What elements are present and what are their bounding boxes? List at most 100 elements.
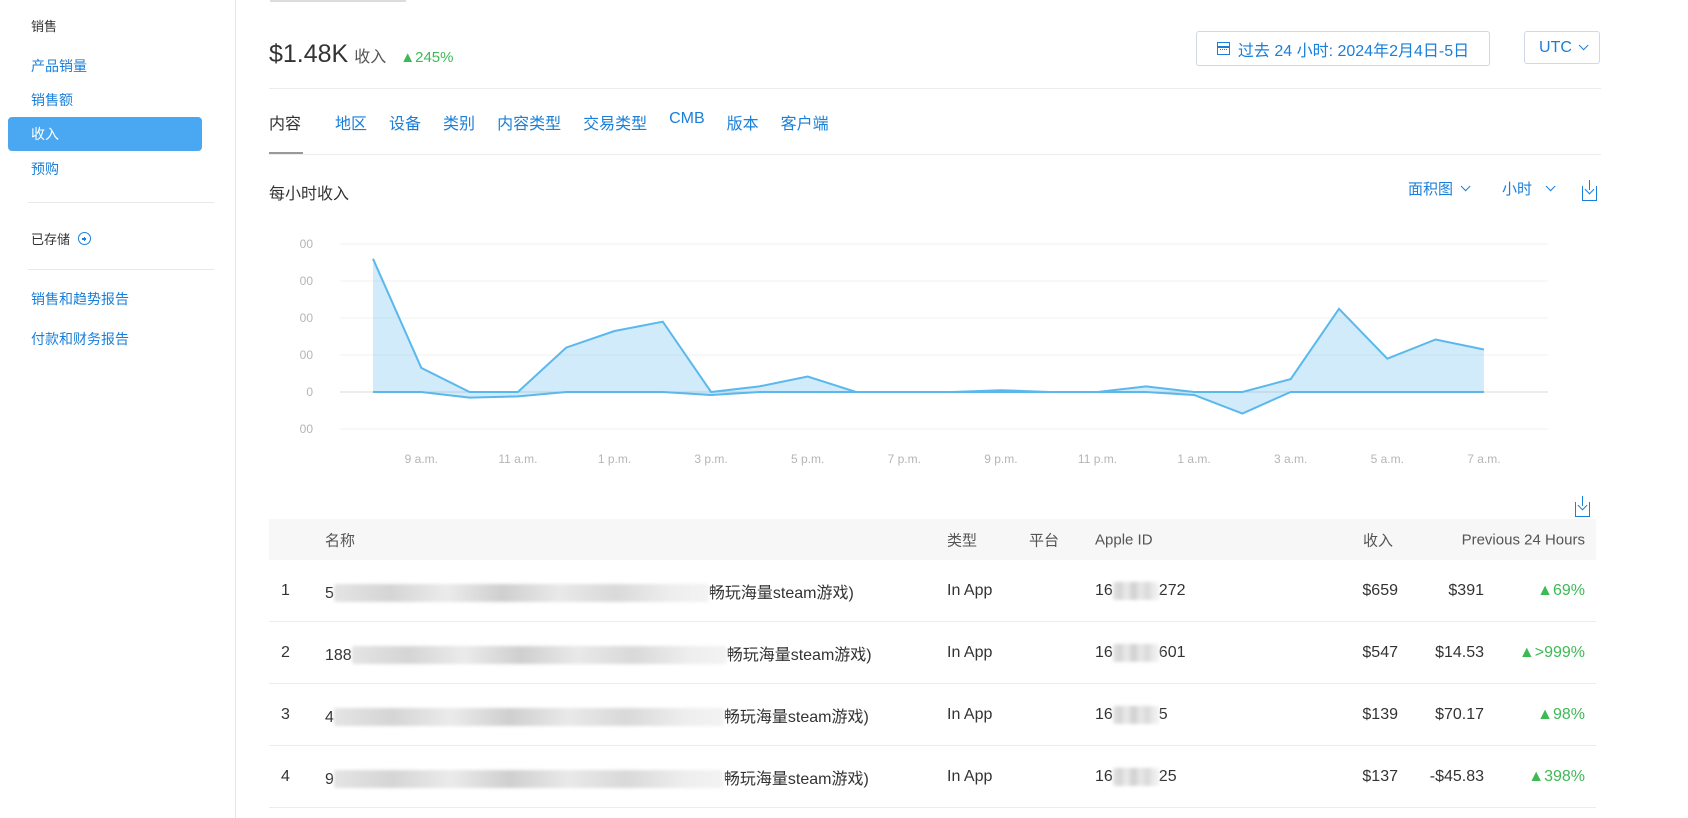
y-tick-label: 100	[300, 348, 313, 362]
tab-transaction-type[interactable]: 交易类型	[583, 110, 647, 134]
row-revenue: $137	[1362, 767, 1398, 785]
name-suffix: 畅玩海量steam游戏)	[723, 770, 869, 788]
row-revenue: $659	[1362, 581, 1398, 599]
row-change: ▲69%	[1537, 581, 1585, 599]
chart-type-select[interactable]: 面积图	[1408, 178, 1471, 199]
sidebar: 销售 产品销量 销售额 收入 预购 已存储 销售和趋势报告 付款和财务报告	[0, 0, 236, 818]
col-revenue[interactable]: 收入	[1363, 529, 1393, 550]
revenue-label: 收入	[354, 49, 387, 66]
row-previous: -$45.83	[1429, 767, 1484, 785]
col-apple-id[interactable]: Apple ID	[1095, 531, 1153, 548]
redacted-id	[1112, 705, 1159, 724]
revenue-summary: $1.48K 收入 ▲245%	[269, 40, 453, 69]
tab-client[interactable]: 客户端	[781, 110, 829, 134]
col-name[interactable]: 名称	[325, 529, 355, 550]
sidebar-item-sales[interactable]: 销售额	[31, 90, 73, 110]
table-row[interactable]: 3 4 畅玩海量steam游戏) In App 16 5 $139 $70.17 ▲98%	[269, 684, 1596, 746]
apple-id-suffix: 601	[1158, 643, 1186, 661]
name-prefix: 9	[325, 770, 334, 788]
x-tick-label: 9 p.m.	[984, 452, 1017, 466]
col-type[interactable]: 类型	[947, 529, 977, 550]
tab-content[interactable]: 内容	[269, 110, 314, 154]
name-prefix: 188	[325, 646, 352, 664]
row-rank: 4	[281, 767, 290, 785]
tab-version[interactable]: 版本	[727, 110, 759, 134]
col-platform[interactable]: 平台	[1029, 529, 1059, 550]
redacted-name	[351, 646, 727, 665]
apple-id-prefix: 16	[1095, 767, 1113, 785]
row-type: In App	[947, 767, 993, 785]
timezone-select[interactable]: UTC	[1524, 31, 1600, 64]
redacted-name	[333, 708, 724, 727]
y-tick-label: 200	[300, 311, 313, 325]
row-previous: $70.17	[1435, 705, 1484, 723]
tab-region[interactable]: 地区	[335, 110, 367, 134]
y-tick-label: 0	[306, 385, 313, 399]
sidebar-item-sales-trends-reports[interactable]: 销售和趋势报告	[31, 289, 129, 309]
row-apple-id: 16 5	[1095, 705, 1168, 724]
apple-id-prefix: 16	[1095, 705, 1113, 723]
name-suffix: 畅玩海量steam游戏)	[708, 584, 854, 602]
add-circle-icon[interactable]	[78, 232, 92, 245]
row-name[interactable]: 188 畅玩海量steam游戏)	[325, 641, 872, 665]
sidebar-item-payments-reports[interactable]: 付款和财务报告	[31, 329, 129, 349]
chart-export-icon[interactable]	[1582, 180, 1597, 201]
sidebar-saved[interactable]: 已存储	[31, 229, 92, 248]
table-row[interactable]: 1 5 畅玩海量steam游戏) In App 16 272 $659 $391 ▲69%	[269, 560, 1596, 622]
name-suffix: 畅玩海量steam游戏)	[723, 708, 869, 726]
sidebar-item-preorders[interactable]: 预购	[31, 159, 59, 179]
apple-id-prefix: 16	[1095, 581, 1113, 599]
tab-cmb[interactable]: CMB	[669, 110, 705, 134]
name-prefix: 4	[325, 708, 334, 726]
tab-content-type[interactable]: 内容类型	[497, 110, 561, 134]
divider	[269, 154, 1601, 155]
apple-id-suffix: 272	[1158, 581, 1186, 599]
sidebar-section-sales: 销售	[31, 19, 58, 34]
table-header: 名称 类型 平台 Apple ID 收入 Previous 24 Hours	[269, 519, 1596, 560]
chart-type-label: 面积图	[1408, 181, 1454, 198]
col-previous[interactable]: Previous 24 Hours	[1462, 531, 1585, 548]
top-scroll-edge	[270, 0, 406, 2]
hourly-revenue-chart: 400 300 200 100 0 -100 9 a.m. 11 a.m. 1 p.m. 3 p.…	[300, 237, 1548, 466]
calendar-icon	[1216, 42, 1230, 55]
chart-title: 每小时收入	[269, 186, 350, 203]
table-row[interactable]: 2 188 畅玩海量steam游戏) In App 16 601 $547 $14.53 ▲>9…	[269, 622, 1596, 684]
x-tick-label: 3 p.m.	[694, 452, 727, 466]
dimension-tabs: 内容 地区 设备 类别 内容类型 交易类型 CMB 版本 客户端	[269, 110, 851, 154]
granularity-label: 小时	[1502, 181, 1533, 198]
row-type: In App	[947, 705, 993, 723]
row-revenue: $139	[1362, 705, 1398, 723]
table-export-icon[interactable]	[1575, 496, 1590, 517]
tab-device[interactable]: 设备	[389, 110, 421, 134]
redacted-id	[1112, 581, 1159, 600]
row-type: In App	[947, 643, 993, 661]
x-tick-label: 1 a.m.	[1177, 452, 1210, 466]
chevron-down-icon	[1578, 40, 1589, 51]
redacted-id	[1112, 643, 1159, 662]
y-tick-label: 300	[300, 274, 313, 288]
tab-category[interactable]: 类别	[443, 110, 475, 134]
x-tick-label: 7 a.m.	[1467, 452, 1500, 466]
content-table: 名称 类型 平台 Apple ID 收入 Previous 24 Hours 1…	[269, 519, 1596, 808]
x-tick-label: 9 a.m.	[405, 452, 438, 466]
row-type: In App	[947, 581, 993, 599]
sidebar-item-units[interactable]: 产品销量	[31, 56, 87, 76]
row-apple-id: 16 25	[1095, 767, 1177, 786]
name-suffix: 畅玩海量steam游戏)	[726, 646, 872, 664]
series-line	[373, 391, 1484, 415]
row-name[interactable]: 9 畅玩海量steam游戏)	[325, 765, 869, 789]
row-name[interactable]: 5 畅玩海量steam游戏)	[325, 579, 854, 603]
row-change: ▲>999%	[1518, 643, 1585, 661]
y-tick-label: 400	[300, 237, 313, 251]
table-row[interactable]: 4 9 畅玩海量steam游戏) In App 16 25 $137 -$45.83 ▲398%	[269, 746, 1596, 808]
x-tick-label: 5 p.m.	[791, 452, 824, 466]
sidebar-item-proceeds[interactable]: 收入	[8, 117, 202, 151]
row-change: ▲398%	[1528, 767, 1585, 785]
granularity-select[interactable]: 小时	[1502, 178, 1556, 199]
apple-id-suffix: 25	[1158, 767, 1177, 785]
row-rank: 2	[281, 643, 290, 661]
date-range-button[interactable]: 过去 24 小时: 2024年2月4日-5日	[1196, 31, 1490, 66]
row-name[interactable]: 4 畅玩海量steam游戏)	[325, 703, 869, 727]
x-tick-label: 5 a.m.	[1371, 452, 1404, 466]
row-rank: 3	[281, 705, 290, 723]
